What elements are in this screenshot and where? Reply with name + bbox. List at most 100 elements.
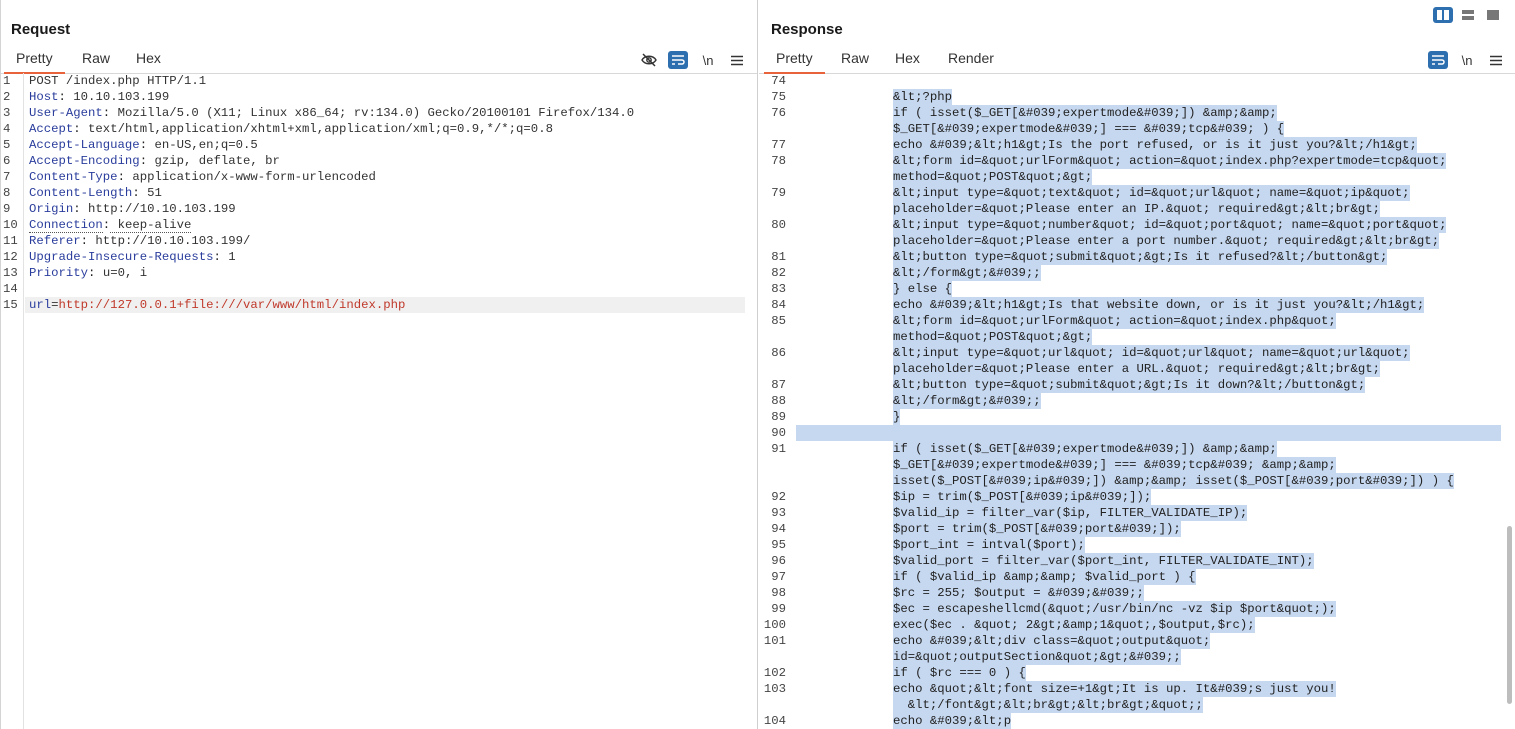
code-text: method=&quot;POST&quot;&gt; <box>893 329 1093 345</box>
tab-render[interactable]: Render <box>948 50 994 66</box>
code-text: Accept-Language: en-US,en;q=0.5 <box>29 138 258 152</box>
code-text: $valid_ip = filter_var($ip, FILTER_VALID… <box>893 505 1248 521</box>
newline-toggle-button[interactable]: \n <box>1457 51 1477 69</box>
code-text: exec($ec . &quot; 2&gt;&amp;1&quot;,$out… <box>893 617 1255 633</box>
line-number: 74 <box>771 74 786 88</box>
code-line: 14 <box>1 281 757 297</box>
code-text: $_GET[&#039;expertmode&#039;] === &#039;… <box>893 121 1285 137</box>
code-text: &lt;input type=&quot;number&quot; id=&qu… <box>893 217 1447 233</box>
code-line: 76 if ( isset($_GET[&#039;expertmode&#039… <box>759 105 1515 121</box>
code-text: $ip = trim($_POST[&#039;ip&#039;]); <box>893 489 1152 505</box>
code-text: POST /index.php HTTP/1.1 <box>29 73 206 89</box>
code-text: $ec = escapeshellcmd(&quot;/usr/bin/nc -… <box>893 601 1336 617</box>
request-pane: Request Pretty Raw Hex \n 1 POST /index.p… <box>0 0 758 729</box>
code-line: 81 &lt;button type=&quot;submit&quot;&gt;… <box>759 249 1515 265</box>
header-name: Content-Length <box>29 186 133 200</box>
code-line: 10 Connection: keep-alive <box>1 217 757 233</box>
line-number: 92 <box>771 490 786 504</box>
code-line: 7 Content-Type: application/x-www-form-ur… <box>1 169 757 185</box>
single-pane-icon[interactable] <box>1483 7 1503 23</box>
code-text: &lt;button type=&quot;submit&quot;&gt;Is… <box>893 249 1388 265</box>
code-text: $rc = 255; $output = &#039;&#039;; <box>893 585 1144 601</box>
tab-pretty[interactable]: Pretty <box>764 50 825 74</box>
code-line: 3 User-Agent: Mozilla/5.0 (X11; Linux x86… <box>1 105 757 121</box>
line-number: 95 <box>771 538 786 552</box>
code-text: Content-Length: 51 <box>29 186 162 200</box>
tab-pretty[interactable]: Pretty <box>4 50 65 74</box>
tab-raw[interactable]: Raw <box>82 50 110 66</box>
line-number: 3 <box>3 106 11 120</box>
header-value: 10.10.103.199 <box>65 90 170 104</box>
code-text: id=&quot;outputSection&quot;&gt;&#039;; <box>893 649 1181 665</box>
hamburger-menu-icon[interactable] <box>727 51 747 69</box>
tab-hex[interactable]: Hex <box>895 50 920 66</box>
line-number: 96 <box>771 554 786 568</box>
code-text: method=&quot;POST&quot;&gt; <box>893 169 1093 185</box>
response-scrollbar[interactable] <box>1507 526 1512 704</box>
code-line: 13 Priority: u=0, i <box>1 265 757 281</box>
code-text: placeholder=&quot;Please enter a port nu… <box>893 233 1440 249</box>
header-value: 1 <box>220 250 236 264</box>
request-body-line[interactable]: 15 url=http://127.0.0.1+file:///var/www/h… <box>3 297 745 313</box>
line-number: 77 <box>771 138 786 152</box>
response-tabs: Pretty Raw Hex Render \n <box>759 45 1515 74</box>
header-name: Accept-Language <box>29 138 140 152</box>
tab-raw[interactable]: Raw <box>841 50 869 66</box>
request-title: Request <box>11 21 71 38</box>
line-number: 9 <box>3 202 11 216</box>
code-line: 12 Upgrade-Insecure-Requests: 1 <box>1 249 757 265</box>
code-text: Accept: text/html,application/xhtml+xml,… <box>29 122 553 136</box>
code-text: &lt;input type=&quot;url&quot; id=&quot;… <box>893 345 1410 361</box>
header-name: Accept-Encoding <box>29 154 140 168</box>
code-text: Referer: http://10.10.103.199/ <box>29 234 251 248</box>
wrap-lines-icon[interactable] <box>668 51 688 69</box>
line-number: 6 <box>3 154 11 168</box>
code-line: 5 Accept-Language: en-US,en;q=0.5 <box>1 137 757 153</box>
newline-toggle-button[interactable]: \n <box>698 51 718 69</box>
eye-slash-icon[interactable] <box>639 51 659 69</box>
line-number: 10 <box>3 218 18 232</box>
split-vertical-icon[interactable] <box>1458 7 1478 23</box>
code-line: 80 &lt;input type=&quot;number&quot; id=&… <box>759 217 1515 233</box>
hamburger-menu-icon[interactable] <box>1486 51 1506 69</box>
code-line: 101 echo &#039;&lt;div class=&quot;output… <box>759 633 1515 649</box>
code-line: 89} <box>759 409 1515 425</box>
code-line: id=&quot;outputSection&quot;&gt;&#039;; <box>759 649 1515 665</box>
line-number: 82 <box>771 266 786 280</box>
line-number: 102 <box>763 666 786 680</box>
code-text: &lt;/form&gt;&#039;; <box>893 393 1041 409</box>
code-text: Origin: http://10.10.103.199 <box>29 202 236 216</box>
code-line: 90 <box>759 425 1515 441</box>
header-value: http://10.10.103.199 <box>80 202 236 216</box>
code-text: Accept-Encoding: gzip, deflate, br <box>29 154 280 168</box>
code-text: if ( isset($_GET[&#039;expertmode&#039;]… <box>893 105 1277 121</box>
tab-hex[interactable]: Hex <box>136 50 161 66</box>
line-number: 79 <box>771 186 786 200</box>
code-line: method=&quot;POST&quot;&gt; <box>759 329 1515 345</box>
split-horizontal-icon[interactable] <box>1433 7 1453 23</box>
code-text: User-Agent: Mozilla/5.0 (X11; Linux x86_… <box>29 106 635 120</box>
line-number: 84 <box>771 298 786 312</box>
line-number: 85 <box>771 314 786 328</box>
line-number: 76 <box>771 106 786 120</box>
code-line: 92 $ip = trim($_POST[&#039;ip&#039;]); <box>759 489 1515 505</box>
header-value: Mozilla/5.0 (X11; Linux x86_64; rv:134.0… <box>110 106 635 120</box>
line-number: 87 <box>771 378 786 392</box>
line-number: 80 <box>771 218 786 232</box>
code-text: if ( $valid_ip &amp;&amp; $valid_port ) … <box>893 569 1196 585</box>
request-editor[interactable]: 1 POST /index.php HTTP/1.1 2 Host: 10.10.10… <box>1 73 757 729</box>
code-line: 99 $ec = escapeshellcmd(&quot;/usr/bin/nc… <box>759 601 1515 617</box>
code-line: 104 echo &#039;&lt;p <box>759 713 1515 729</box>
code-line: 86 &lt;input type=&quot;url&quot; id=&quo… <box>759 345 1515 361</box>
response-editor[interactable]: 74 75 &lt;?php 76 if ( isset($_GET[&#039;exp… <box>759 73 1515 729</box>
wrap-lines-icon[interactable] <box>1428 51 1448 69</box>
line-number: 12 <box>3 250 18 264</box>
code-line: 94 $port = trim($_POST[&#039;port&#039;])… <box>759 521 1515 537</box>
code-line: 98 $rc = 255; $output = &#039;&#039;; <box>759 585 1515 601</box>
line-number: 88 <box>771 394 786 408</box>
code-text: } else { <box>893 281 953 297</box>
code-line: 6 Accept-Encoding: gzip, deflate, br <box>1 153 757 169</box>
code-line: &lt;/font&gt;&lt;br&gt;&lt;br&gt;&quot;; <box>759 697 1515 713</box>
header-name: Origin <box>29 202 74 216</box>
line-number: 81 <box>771 250 786 264</box>
